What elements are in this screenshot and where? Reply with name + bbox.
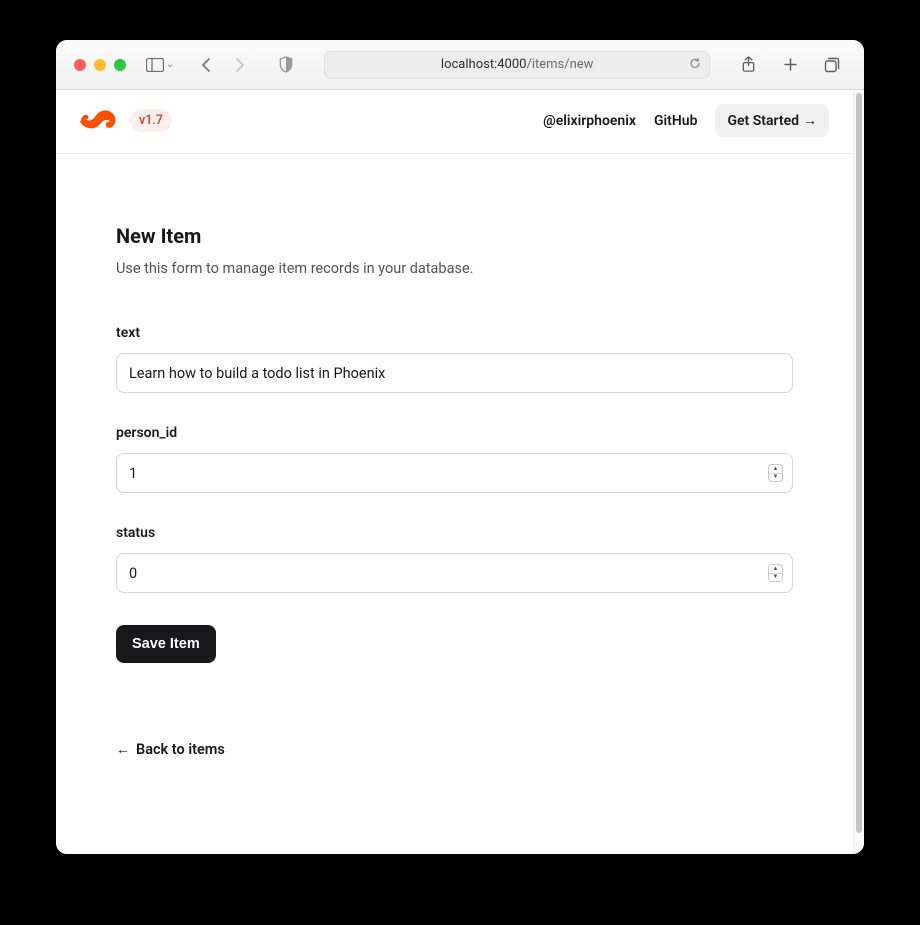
minimize-window-button[interactable] [94, 59, 106, 71]
url-host: localhost:4000 [441, 57, 527, 72]
privacy-shield-button[interactable] [272, 53, 300, 77]
get-started-button[interactable]: Get Started → [715, 104, 829, 137]
scrollbar[interactable] [853, 90, 864, 854]
nav-forward-button[interactable] [226, 53, 254, 77]
twitter-link[interactable]: @elixirphoenix [543, 113, 636, 129]
close-window-button[interactable] [74, 59, 86, 71]
chevron-down-icon: ⌄ [166, 59, 174, 70]
sidebar-icon [146, 58, 164, 72]
page-content: v1.7 @elixirphoenix GitHub Get Started →… [56, 90, 853, 854]
plus-icon [783, 57, 798, 72]
person-id-stepper[interactable]: ▲ ▼ [768, 464, 783, 482]
brand: v1.7 [80, 109, 172, 133]
sidebar-toggle[interactable]: ⌄ [146, 58, 174, 72]
maximize-window-button[interactable] [114, 59, 126, 71]
shield-icon [278, 56, 294, 73]
reload-button[interactable] [689, 57, 701, 73]
person-id-label: person_id [116, 425, 793, 441]
arrow-right-icon: → [803, 112, 817, 129]
reload-icon [689, 57, 701, 70]
back-link-label: Back to items [136, 741, 225, 758]
share-button[interactable] [734, 53, 762, 77]
browser-window: ⌄ localhost:4000/items/new [56, 40, 864, 854]
tabs-overview-button[interactable] [818, 53, 846, 77]
field-text: text [116, 325, 793, 393]
stepper-down-icon: ▼ [769, 474, 782, 482]
status-input[interactable] [116, 553, 793, 593]
tabs-icon [824, 57, 840, 73]
github-link[interactable]: GitHub [654, 113, 697, 129]
stepper-up-icon: ▲ [769, 565, 782, 574]
arrow-left-icon: ← [116, 741, 130, 758]
nav-back-button[interactable] [192, 53, 220, 77]
url-path: /items/new [526, 57, 593, 72]
phoenix-logo-icon[interactable] [80, 109, 116, 133]
version-badge: v1.7 [130, 109, 172, 132]
top-nav: v1.7 @elixirphoenix GitHub Get Started → [56, 90, 853, 154]
chevron-right-icon [234, 57, 246, 73]
stepper-up-icon: ▲ [769, 465, 782, 474]
save-item-button[interactable]: Save Item [116, 625, 216, 663]
text-label: text [116, 325, 793, 341]
stepper-down-icon: ▼ [769, 574, 782, 582]
window-controls [74, 59, 126, 71]
status-stepper[interactable]: ▲ ▼ [768, 564, 783, 582]
field-person-id: person_id ▲ ▼ [116, 425, 793, 493]
new-tab-button[interactable] [776, 53, 804, 77]
address-bar[interactable]: localhost:4000/items/new [324, 51, 710, 79]
back-to-items-link[interactable]: ← Back to items [116, 741, 793, 758]
status-label: status [116, 525, 793, 541]
get-started-label: Get Started [727, 113, 799, 129]
page-subtitle: Use this form to manage item records in … [116, 260, 793, 277]
titlebar: ⌄ localhost:4000/items/new [56, 40, 864, 90]
field-status: status ▲ ▼ [116, 525, 793, 593]
share-icon [741, 56, 756, 73]
page-title: New Item [116, 224, 793, 248]
chevron-left-icon [200, 57, 212, 73]
person-id-input[interactable] [116, 453, 793, 493]
text-input[interactable] [116, 353, 793, 393]
scrollbar-thumb[interactable] [856, 93, 862, 833]
